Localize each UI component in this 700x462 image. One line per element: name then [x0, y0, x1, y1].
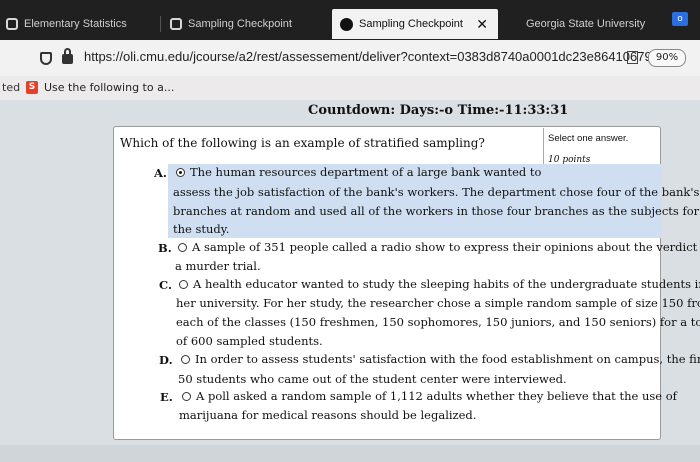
page-footer-area	[0, 445, 700, 462]
option-letter: B.	[158, 241, 172, 255]
lock-icon[interactable]	[62, 48, 73, 64]
page-icon	[6, 18, 18, 30]
tab-label: Sampling Checkpoint	[188, 18, 292, 30]
course-icon: S	[26, 81, 38, 94]
select-instruction: Select one answer.	[548, 133, 629, 144]
page-icon	[170, 18, 182, 30]
option-c-line: of 600 sampled students.	[176, 334, 323, 348]
option-c-line: her university. For her study, the resea…	[176, 296, 700, 310]
breadcrumb-left-text: ted	[2, 81, 21, 94]
reader-view-icon[interactable]	[627, 51, 638, 64]
option-letter: E.	[160, 390, 173, 404]
breadcrumb-title[interactable]: Use the following to a...	[44, 81, 174, 94]
option-c-radio[interactable]	[179, 280, 188, 289]
tab-georgia-state[interactable]: Georgia State University	[526, 9, 666, 39]
option-e-radio[interactable]	[182, 392, 191, 401]
option-c-line: A health educator wanted to study the sl…	[193, 277, 700, 291]
option-d-line: In order to assess students' satisfactio…	[195, 352, 700, 366]
option-d-line: 50 students who came out of the student …	[178, 372, 567, 386]
tab-label: Georgia State University	[526, 18, 646, 30]
option-d-radio[interactable]	[181, 355, 190, 364]
option-e-line: A poll asked a random sample of 1,112 ad…	[196, 389, 677, 403]
extension-icon[interactable]: o	[672, 12, 688, 26]
option-c-line: each of the classes (150 freshmen, 150 s…	[176, 315, 700, 329]
shield-icon[interactable]	[40, 52, 52, 65]
option-a-line: the study.	[173, 222, 230, 236]
url-input[interactable]: https://oli.cmu.edu/jcourse/a2/rest/asse…	[84, 49, 652, 64]
option-letter: A.	[154, 166, 167, 180]
option-e-line: marijuana for medical reasons should be …	[179, 408, 477, 422]
page-icon	[340, 17, 353, 31]
option-a-line: assess the job satisfaction of the bank'…	[173, 185, 700, 199]
option-a-line: The human resources department of a larg…	[190, 165, 542, 179]
option-b-line: A sample of 351 people called a radio sh…	[192, 240, 700, 254]
zoom-level[interactable]: 90%	[648, 49, 686, 67]
option-letter: C.	[159, 278, 172, 292]
tab-label: Elementary Statistics	[24, 18, 127, 30]
address-bar: https://oli.cmu.edu/jcourse/a2/rest/asse…	[0, 40, 700, 76]
tab-label: Sampling Checkpoint	[359, 18, 463, 30]
option-a-radio[interactable]	[176, 168, 185, 177]
breadcrumb: ted S Use the following to a...	[0, 76, 700, 101]
tab-elementary-statistics[interactable]: Elementary Statistics	[6, 9, 156, 39]
option-b-line: a murder trial.	[175, 259, 261, 273]
tab-sampling-checkpoint[interactable]: Sampling Checkpoint	[170, 9, 320, 39]
question-text: Which of the following is an example of …	[120, 136, 485, 150]
option-a-line: branches at random and used all of the w…	[173, 204, 700, 218]
countdown-timer: Countdown: Days:-o Time:-11:33:31	[308, 103, 569, 118]
option-b-radio[interactable]	[178, 243, 187, 252]
tab-sampling-checkpoint-active[interactable]: Sampling Checkpoint ✕	[332, 9, 498, 39]
close-tab-icon[interactable]: ✕	[476, 16, 488, 33]
option-letter: D.	[159, 353, 173, 367]
